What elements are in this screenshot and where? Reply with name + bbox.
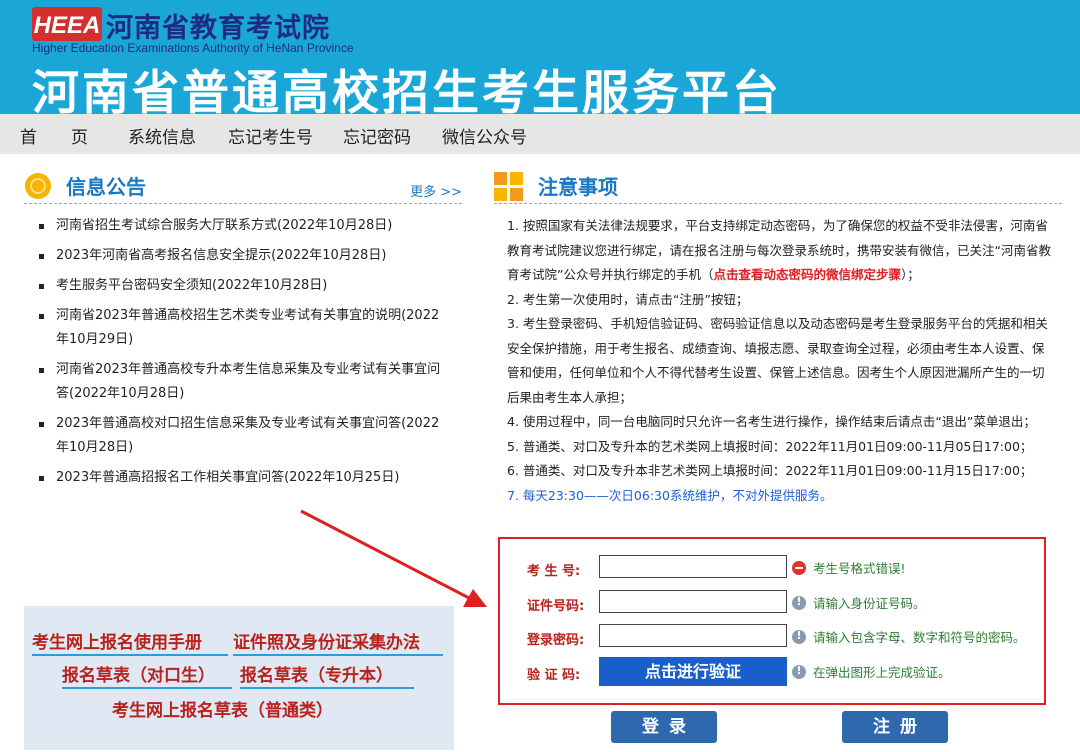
id-hint-text: 请输入身份证号码。 — [813, 596, 926, 611]
password-hint: 请输入包含字母、数字和符号的密码。 — [792, 627, 1026, 646]
circle-bullet-icon — [25, 173, 51, 199]
grid-squares-icon — [494, 172, 523, 201]
manual-link-draft-general[interactable]: 考生网上报名草表（普通类） — [112, 696, 333, 721]
captcha-hint-text: 在弹出图形上完成验证。 — [813, 665, 951, 680]
error-icon — [792, 561, 806, 575]
manual-link-user-guide[interactable]: 考生网上报名使用手册 — [32, 628, 202, 653]
announcement-link[interactable]: 河南省2023年普通高校专升本考生信息采集及专业考试有关事宜问答(2022年10… — [56, 362, 440, 401]
logo-text: HEEA — [34, 12, 101, 39]
captcha-hint: 在弹出图形上完成验证。 — [792, 662, 951, 681]
nav-item-forgot-password[interactable]: 忘记密码 — [343, 123, 411, 148]
announcement-link[interactable]: 2023年普通高校对口招生信息采集及专业考试有关事宜问答(2022年10月28日… — [56, 416, 439, 455]
notes-title: 注意事项 — [538, 175, 618, 199]
announcements-title: 信息公告 — [66, 175, 146, 199]
manual-link-photo-id[interactable]: 证件照及身份证采集办法 — [233, 628, 420, 653]
note-item: 6. 普通类、对口及专升本非艺术类网上填报时间：2022年11月01日09:00… — [507, 463, 1033, 478]
note-text: ）； — [901, 267, 920, 282]
note-item: 2. 考生第一次使用时，请点击“注册”按钮； — [507, 291, 749, 307]
divider — [62, 687, 232, 689]
org-name-en: Higher Education Examinations Authority … — [32, 41, 354, 55]
list-item: 2023年普通高招报名工作相关事宜问答(2022年10月25日) — [36, 466, 450, 490]
info-icon — [792, 595, 806, 610]
info-icon — [792, 664, 806, 679]
password-input[interactable] — [599, 624, 787, 647]
announcement-list: 河南省招生考试综合服务大厅联系方式(2022年10月28日) 2023年河南省高… — [36, 214, 450, 496]
id-label: 证件号码: — [527, 599, 585, 614]
wechat-binding-link[interactable]: 点击查看动态密码的微信绑定步骤 — [713, 267, 901, 282]
notes-header: 注意事项 — [494, 170, 1062, 204]
list-item: 河南省2023年普通高校招生艺术类专业考试有关事宜的说明(2022年10月29日… — [36, 304, 450, 352]
exam-no-label: 考 生 号: — [527, 564, 581, 579]
note-item: 1. 按照国家有关法律法规要求，平台支持绑定动态密码，为了确保您的权益不受非法侵… — [507, 214, 1055, 288]
nav-item-home[interactable]: 首 页 — [20, 123, 88, 148]
org-name: 河南省教育考试院 — [106, 13, 330, 44]
list-item: 2023年普通高校对口招生信息采集及专业考试有关事宜问答(2022年10月28日… — [36, 412, 450, 460]
list-item: 2023年河南省高考报名信息安全提示(2022年10月28日) — [36, 244, 450, 268]
announcements-header: 信息公告 更多 >> — [24, 170, 462, 204]
captcha-label: 验 证 码: — [527, 668, 581, 683]
note-item: 5. 普通类、对口及专升本的艺术类网上填报时间：2022年11月01日09:00… — [507, 438, 1033, 454]
id-hint: 请输入身份证号码。 — [792, 593, 926, 612]
announcement-link[interactable]: 2023年河南省高考报名信息安全提示(2022年10月28日) — [56, 248, 386, 263]
heea-logo: HEEA — [32, 7, 102, 41]
nav-item-forgot-exam-no[interactable]: 忘记考生号 — [228, 123, 313, 148]
announcement-link[interactable]: 2023年普通高招报名工作相关事宜问答(2022年10月25日) — [56, 470, 399, 485]
red-arrow-annotation — [300, 509, 487, 607]
site-title: 河南省普通高校招生考生服务平台 — [32, 66, 782, 114]
divider — [240, 687, 414, 689]
divider — [233, 654, 443, 656]
note-item-maintenance: 7. 每天23:30——次日06:30系统维护，不对外提供服务。 — [507, 487, 833, 503]
announcement-link[interactable]: 河南省招生考试综合服务大厅联系方式(2022年10月28日) — [56, 218, 392, 233]
more-link[interactable]: 更多 >> — [410, 181, 462, 200]
list-item: 河南省2023年普通高校专升本考生信息采集及专业考试有关事宜问答(2022年10… — [36, 358, 450, 406]
list-item: 河南省招生考试综合服务大厅联系方式(2022年10月28日) — [36, 214, 450, 238]
divider — [32, 654, 228, 656]
announcement-link[interactable]: 考生服务平台密码安全须知(2022年10月28日) — [56, 278, 327, 293]
exam-no-hint-text: 考生号格式错误! — [813, 561, 906, 576]
manual-link-draft-duikou[interactable]: 报名草表（对口生） — [62, 661, 215, 686]
note-item: 4. 使用过程中，同一台电脑同时只允许一名考生进行操作，操作结束后请点击“退出”… — [507, 414, 1036, 429]
register-button[interactable]: 注册 — [842, 711, 948, 743]
manual-link-draft-zhuanshengben[interactable]: 报名草表（专升本） — [240, 661, 393, 686]
exam-no-hint: 考生号格式错误! — [792, 558, 906, 577]
exam-no-input[interactable] — [599, 555, 787, 578]
announcement-link[interactable]: 河南省2023年普通高校招生艺术类专业考试有关事宜的说明(2022年10月29日… — [56, 308, 439, 347]
note-item: 3. 考生登录密码、手机短信验证码、密码验证信息以及动态密码是考生登录服务平台的… — [507, 316, 1048, 405]
password-label: 登录密码: — [527, 633, 585, 648]
notes-list: 1. 按照国家有关法律法规要求，平台支持绑定动态密码，为了确保您的权益不受非法侵… — [507, 214, 1055, 508]
nav-item-system-info[interactable]: 系统信息 — [128, 123, 196, 148]
login-button[interactable]: 登录 — [611, 711, 717, 743]
password-hint-text: 请输入包含字母、数字和符号的密码。 — [813, 630, 1026, 645]
nav-item-wechat[interactable]: 微信公众号 — [442, 123, 527, 148]
list-item: 考生服务平台密码安全须知(2022年10月28日) — [36, 274, 450, 298]
site-header: HEEA 河南省教育考试院 Higher Education Examinati… — [0, 0, 1080, 114]
main-nav: 首 页 系统信息 忘记考生号 忘记密码 微信公众号 — [0, 114, 1080, 154]
info-icon — [792, 629, 806, 644]
id-number-input[interactable] — [599, 590, 787, 613]
captcha-verify-button[interactable]: 点击进行验证 — [599, 657, 787, 686]
